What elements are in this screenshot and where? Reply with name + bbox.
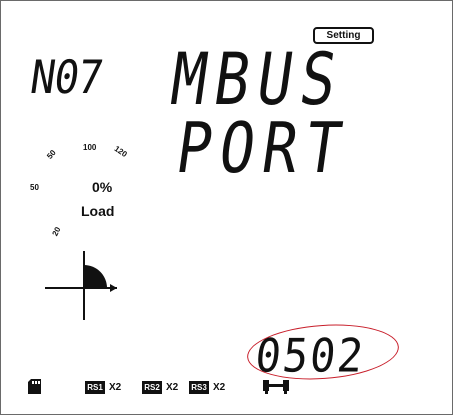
- memory-card-icon: [28, 379, 41, 394]
- title-line-2: PORT: [171, 107, 355, 189]
- rs2-count: X2: [166, 382, 179, 393]
- load-label: Load: [81, 203, 115, 219]
- rs1-indicator: RS1: [85, 381, 105, 394]
- rs2-indicator: RS2: [142, 381, 162, 394]
- gauge-tick: 50: [45, 148, 58, 161]
- gauge-tick: 50: [30, 183, 39, 192]
- rs3-count: X2: [213, 382, 226, 393]
- gauge-tick: 20: [50, 225, 63, 238]
- lcd-screen: Setting N07 MBUS PORT 50 100 120 50 20 0…: [0, 0, 453, 415]
- gauge-tick: 120: [112, 144, 129, 159]
- load-percent: 0%: [92, 179, 113, 195]
- gauge-tick: 100: [83, 143, 97, 152]
- title-line-1: MBUS: [166, 36, 350, 122]
- rs1-count: X2: [109, 382, 122, 393]
- rs3-indicator: RS3: [189, 381, 209, 394]
- menu-number: N07: [27, 50, 106, 105]
- port-icon: [263, 380, 289, 394]
- quadrant-icon: [45, 251, 117, 320]
